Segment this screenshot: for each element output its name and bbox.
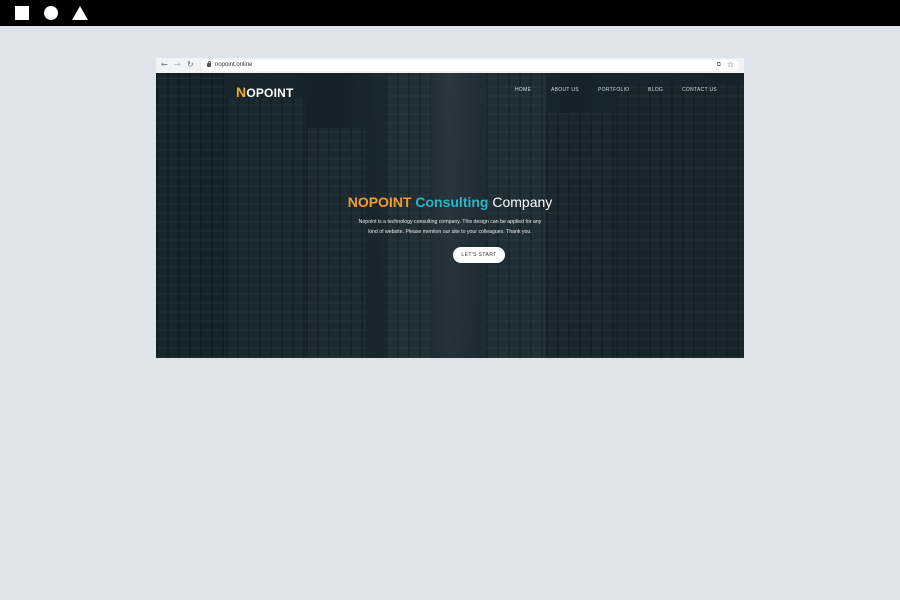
circle-icon[interactable] [44,6,58,20]
back-arrow-icon[interactable]: ← [161,60,168,70]
lets-start-button[interactable]: LET'S START [453,247,505,263]
hero-headline: NOPOINT Consulting Company [156,194,744,210]
hero-overlay [156,73,744,358]
browser-window: ← → ↻ nopoint.online ⧉ ☆ NOPOINT HOME AB… [156,58,744,358]
top-bar [0,0,900,26]
hero-section: NOPOINT HOME ABOUT US PORTFOLIO BLOG CON… [156,73,744,358]
bookmark-star-icon[interactable]: ☆ [727,60,734,70]
headline-company: Company [492,194,553,210]
browser-toolbar: ← → ↻ nopoint.online ⧉ ☆ [156,58,744,74]
headline-brand: NOPOINT [347,194,412,210]
logo-text: OPOINT [246,86,294,100]
nav-blog[interactable]: BLOG [648,87,663,93]
translate-icon[interactable]: ⧉ [717,61,721,70]
triangle-icon[interactable] [72,6,88,20]
nav-about-us[interactable]: ABOUT US [551,87,579,93]
nav-contact-us[interactable]: CONTACT US [682,87,717,93]
logo-first-letter: N [236,84,247,100]
forward-arrow-icon[interactable]: → [174,60,181,70]
reload-icon[interactable]: ↻ [187,60,194,70]
address-bar[interactable]: nopoint.online ⧉ ☆ [201,60,739,71]
site-logo[interactable]: NOPOINT [236,84,294,100]
url-text[interactable]: nopoint.online [215,61,252,70]
nav-home[interactable]: HOME [515,87,531,93]
hero-description: Nopoint is a technology consulting compa… [358,219,542,235]
nav-portfolio[interactable]: PORTFOLIO [598,87,630,93]
headline-consulting: Consulting [415,194,489,210]
lock-icon [207,61,211,67]
square-icon[interactable] [15,6,29,20]
